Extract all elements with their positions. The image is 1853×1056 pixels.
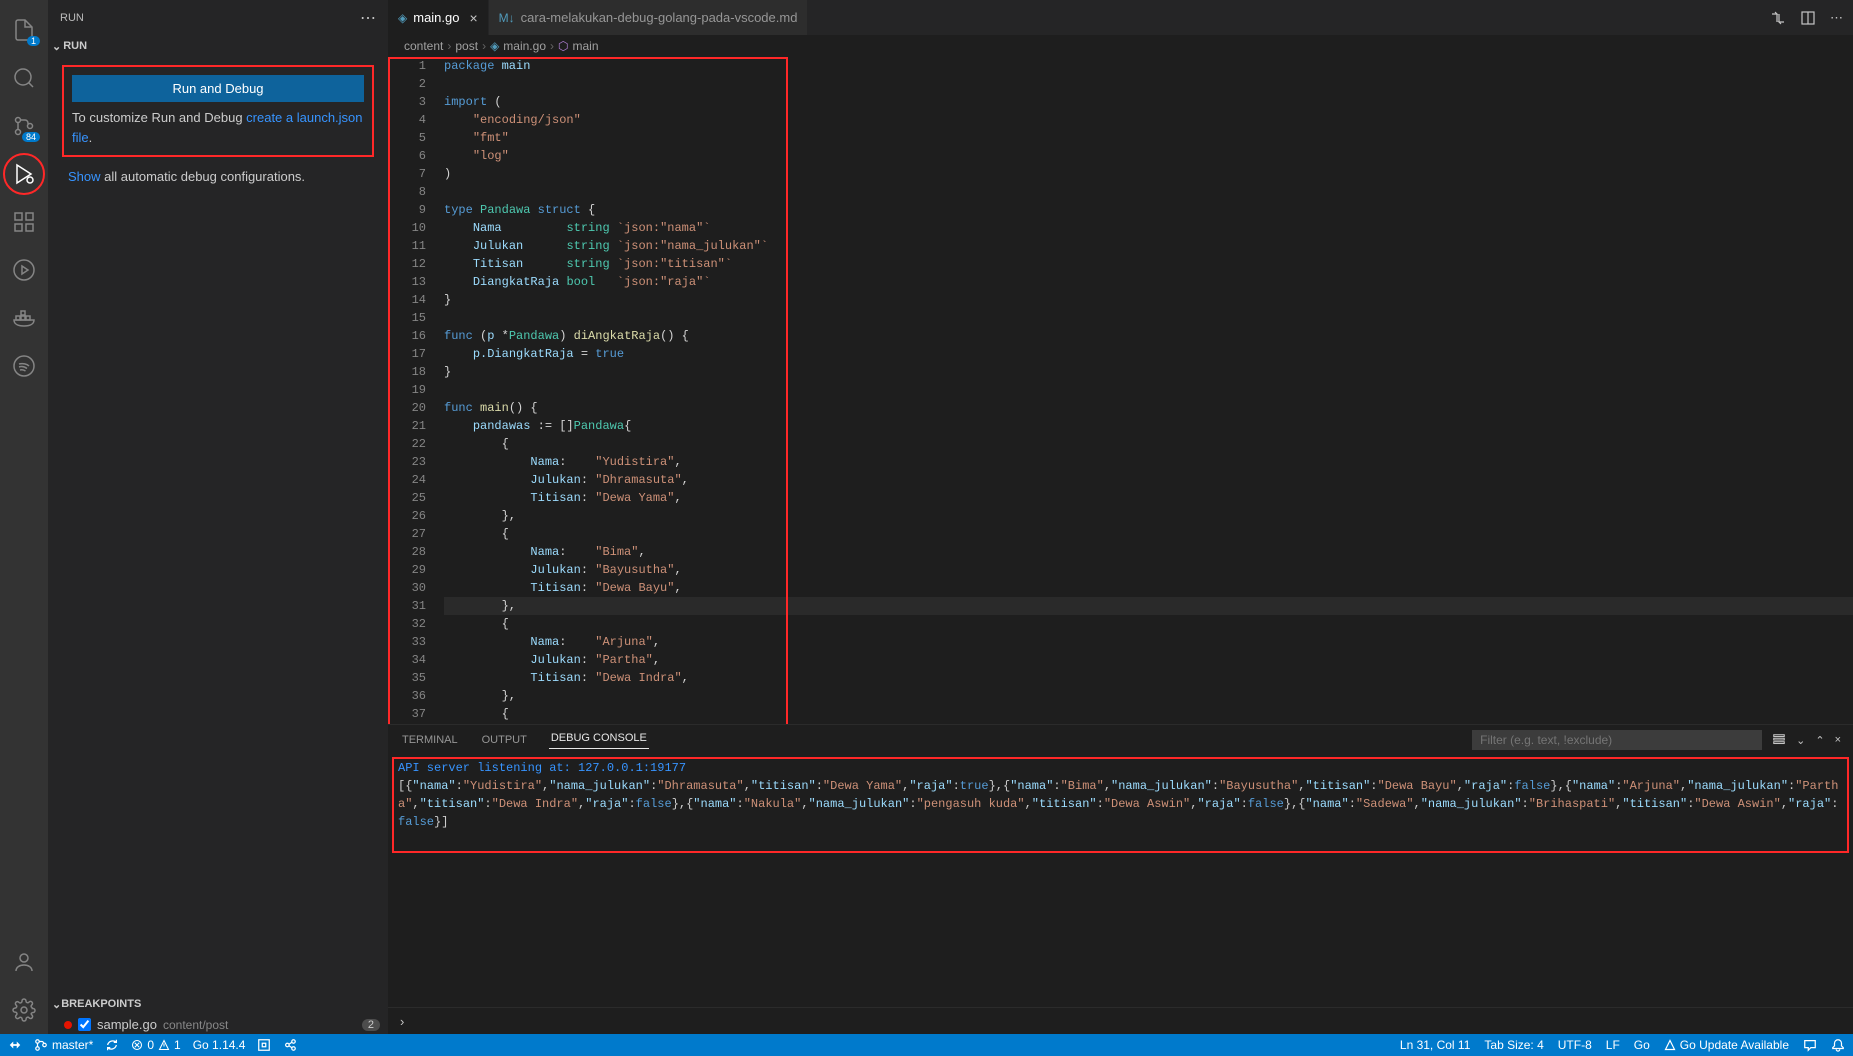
show-configs-text: Show all automatic debug configurations.: [68, 169, 368, 184]
live-share-icon[interactable]: [283, 1038, 297, 1052]
line-gutter: 1234567891011121314151617181920212223242…: [388, 57, 444, 724]
sync-icon[interactable]: [105, 1038, 119, 1052]
breakpoint-dot-icon: [64, 1021, 72, 1029]
editor[interactable]: 1234567891011121314151617181920212223242…: [388, 57, 1853, 724]
panel-tab-terminal[interactable]: TERMINAL: [400, 734, 460, 746]
code-content[interactable]: package mainimport ( "encoding/json" "fm…: [444, 57, 1853, 724]
encoding[interactable]: UTF-8: [1558, 1038, 1592, 1052]
run-debug-box: Run and Debug To customize Run and Debug…: [62, 65, 374, 157]
close-icon[interactable]: ×: [1835, 734, 1841, 746]
scm-icon[interactable]: 84: [0, 102, 48, 150]
clear-icon[interactable]: [1772, 733, 1786, 747]
problems-status[interactable]: 0 1: [131, 1038, 180, 1052]
status-bar: master* 0 1 Go 1.14.4 Ln 31, Col 11 Tab …: [0, 1034, 1853, 1056]
feedback-icon[interactable]: [1803, 1038, 1817, 1052]
search-icon[interactable]: [0, 54, 48, 102]
markdown-file-icon: M↓: [499, 11, 515, 25]
panel-tab-debug-console[interactable]: DEBUG CONSOLE: [549, 732, 649, 749]
tab-main-go[interactable]: ◈ main.go ×: [388, 0, 489, 35]
compare-icon[interactable]: [1770, 10, 1786, 26]
breadcrumb[interactable]: content › post › ◈ main.go › ⬡ main: [388, 35, 1853, 57]
more-icon[interactable]: ⋯: [1830, 10, 1843, 26]
cursor-position[interactable]: Ln 31, Col 11: [1400, 1038, 1471, 1052]
chevron-down-icon: ⌄: [52, 998, 61, 1011]
extensions-icon[interactable]: [0, 198, 48, 246]
chevron-down-icon: ⌄: [52, 40, 61, 53]
debug-console-content[interactable]: API server listening at: 127.0.0.1:19177…: [388, 755, 1853, 1007]
explorer-badge: 1: [27, 36, 40, 46]
show-link[interactable]: Show: [68, 169, 101, 184]
breakpoint-checkbox[interactable]: [78, 1018, 91, 1031]
sidebar: RUN ⋯ ⌄ RUN Run and Debug To customize R…: [48, 0, 388, 1034]
more-icon[interactable]: ⋯: [360, 8, 376, 28]
tab-size[interactable]: Tab Size: 4: [1484, 1038, 1543, 1052]
run-debug-icon[interactable]: [0, 150, 48, 198]
minimap[interactable]: [1743, 114, 1853, 294]
spotify-icon[interactable]: [0, 342, 48, 390]
close-icon[interactable]: ×: [469, 10, 477, 26]
go-version-status[interactable]: Go 1.14.4: [193, 1038, 246, 1052]
split-editor-icon[interactable]: [1800, 10, 1816, 26]
go-file-icon: ◈: [398, 11, 407, 25]
docker-icon[interactable]: [0, 294, 48, 342]
run-section-header[interactable]: ⌄ RUN: [48, 35, 388, 57]
debug-output-json: [{"nama":"Yudistira","nama_julukan":"Dhr…: [398, 777, 1843, 831]
debug-output-line: API server listening at: 127.0.0.1:19177: [398, 759, 1843, 777]
language-mode[interactable]: Go: [1634, 1038, 1650, 1052]
breakpoints-header[interactable]: ⌄ BREAKPOINTS: [48, 993, 388, 1015]
breakpoint-count: 2: [362, 1019, 380, 1031]
breakpoint-row[interactable]: sample.go content/post 2: [48, 1015, 388, 1034]
breakpoint-path: content/post: [163, 1018, 228, 1032]
explorer-icon[interactable]: 1: [0, 6, 48, 54]
chevron-down-icon[interactable]: ⌄: [1796, 734, 1805, 747]
bell-icon[interactable]: [1831, 1038, 1845, 1052]
analysis-icon[interactable]: [257, 1038, 271, 1052]
settings-gear-icon[interactable]: [0, 986, 48, 1034]
run-and-debug-button[interactable]: Run and Debug: [72, 75, 364, 102]
scm-badge: 84: [22, 132, 40, 142]
panel-tab-output[interactable]: OUTPUT: [480, 734, 529, 746]
sidebar-title-bar: RUN ⋯: [48, 0, 388, 35]
symbol-icon: ⬡: [558, 39, 568, 53]
remote-icon[interactable]: [8, 1038, 22, 1052]
eol[interactable]: LF: [1606, 1038, 1620, 1052]
test-icon[interactable]: [0, 246, 48, 294]
account-icon[interactable]: [0, 938, 48, 986]
panel-filter-input[interactable]: [1472, 730, 1762, 750]
tab-bar: ◈ main.go × M↓ cara-melakukan-debug-gola…: [388, 0, 1853, 35]
go-file-icon: ◈: [490, 39, 499, 53]
debug-input-caret[interactable]: ›: [388, 1007, 1853, 1034]
breakpoint-file: sample.go: [97, 1017, 157, 1032]
tab-bar-actions: ⋯: [1770, 0, 1853, 35]
branch-status[interactable]: master*: [34, 1038, 93, 1052]
tab-markdown[interactable]: M↓ cara-melakukan-debug-golang-pada-vsco…: [489, 0, 809, 35]
panel: TERMINAL OUTPUT DEBUG CONSOLE ⌄ ⌃ × API …: [388, 724, 1853, 1034]
activity-bar: 1 84: [0, 0, 48, 1034]
go-update[interactable]: Go Update Available: [1664, 1038, 1789, 1052]
sidebar-title: RUN: [60, 12, 360, 24]
panel-tabs: TERMINAL OUTPUT DEBUG CONSOLE ⌄ ⌃ ×: [388, 725, 1853, 755]
customize-text: To customize Run and Debug create a laun…: [72, 108, 364, 147]
main-area: ◈ main.go × M↓ cara-melakukan-debug-gola…: [388, 0, 1853, 1034]
chevron-up-icon[interactable]: ⌃: [1815, 734, 1824, 747]
